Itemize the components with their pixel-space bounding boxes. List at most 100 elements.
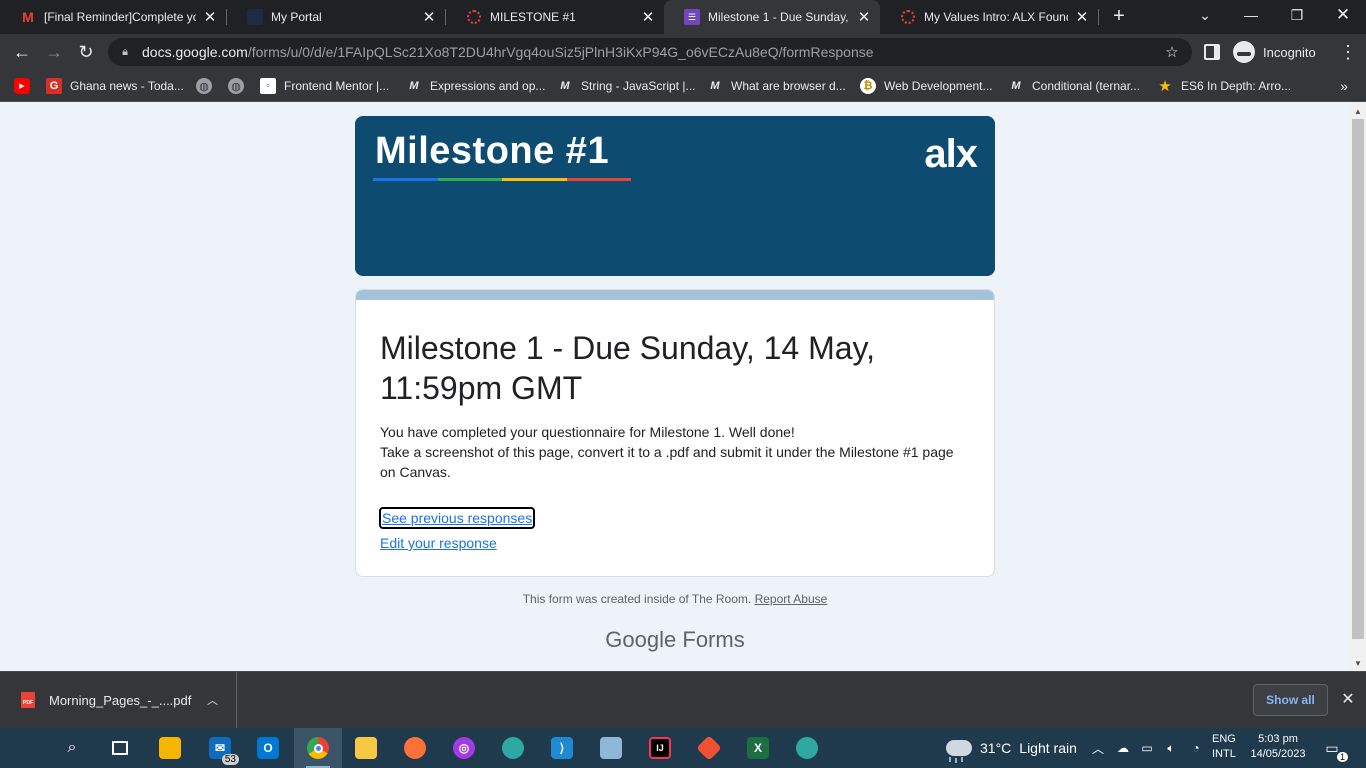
taskbar-chrome[interactable]: [294, 728, 342, 768]
close-icon[interactable]: ✕: [1337, 688, 1359, 710]
scrollbar-thumb[interactable]: [1352, 119, 1364, 639]
taskbar-outlook[interactable]: O: [244, 728, 292, 768]
bookmark-globe-1[interactable]: ◍: [196, 70, 220, 102]
incognito-indicator[interactable]: Incognito: [1233, 38, 1316, 66]
bookmark-browser-dev[interactable]: M What are browser d...: [707, 70, 845, 102]
side-panel-icon[interactable]: [1204, 44, 1220, 60]
lock-icon: 🔒︎: [122, 45, 128, 58]
confirmation-message: You have completed your questionnaire fo…: [380, 422, 960, 482]
taskbar-incognito-chrome[interactable]: ◎: [440, 728, 488, 768]
edit-response-link[interactable]: Edit your response: [380, 534, 497, 552]
tab-milestone[interactable]: MILESTONE #1 ✕: [446, 0, 664, 34]
edge-icon: [796, 737, 818, 759]
back-icon[interactable]: ←: [8, 38, 36, 66]
bookmark-expressions[interactable]: M Expressions and op...: [406, 70, 545, 102]
taskbar-edge-2[interactable]: [783, 728, 831, 768]
page-scrollbar[interactable]: ▲ ▼: [1350, 103, 1366, 671]
google-forms-logo[interactable]: Google Forms: [355, 627, 995, 653]
tab-separator: [1098, 9, 1099, 25]
globe-icon: ◍: [228, 78, 244, 94]
taskbar-vscode[interactable]: ⟩: [538, 728, 586, 768]
see-previous-responses-link[interactable]: See previous responses: [379, 507, 536, 529]
close-icon[interactable]: ✕: [856, 9, 872, 26]
chevron-up-icon[interactable]: ︿: [1088, 728, 1108, 768]
taskbar-edge[interactable]: [489, 728, 537, 768]
chevron-up-icon[interactable]: ︿: [207, 692, 218, 708]
window-close-icon[interactable]: ✕: [1320, 0, 1366, 30]
web-dev-icon: ₿: [860, 78, 876, 94]
bookmarks-bar: ▶ G Ghana news - Toda... ◍ ◍ ◦ Frontend …: [0, 70, 1366, 102]
lang-code: ENG: [1212, 733, 1236, 745]
google-forms-icon: ☰: [684, 9, 700, 25]
task-view-button[interactable]: [96, 728, 144, 768]
tab-search-icon[interactable]: ⌄: [1182, 0, 1228, 30]
card-accent-bar: [356, 290, 994, 300]
taskbar-excel[interactable]: X: [734, 728, 782, 768]
star-icon: ★: [1158, 78, 1172, 95]
bookmark-string[interactable]: M String - JavaScript |...: [557, 70, 695, 102]
download-filename: Morning_Pages_-_....pdf: [49, 692, 192, 708]
bookmark-ghana-news[interactable]: G Ghana news - Toda...: [46, 70, 184, 102]
close-icon[interactable]: ✕: [1074, 9, 1090, 26]
more-bookmarks-icon[interactable]: »: [1334, 74, 1354, 98]
confirmation-card: Milestone 1 - Due Sunday, 14 May, 11:59p…: [355, 289, 995, 577]
taskbar-file-explorer[interactable]: [342, 728, 390, 768]
taskbar-store[interactable]: [146, 728, 194, 768]
onedrive-icon[interactable]: ☁: [1112, 728, 1134, 768]
firefox-icon: [404, 737, 426, 759]
close-icon[interactable]: ✕: [421, 9, 437, 26]
address-bar[interactable]: 🔒︎ docs.google.com/forms/u/0/d/e/1FAIpQL…: [108, 38, 1192, 66]
bookmark-globe-2[interactable]: ◍: [228, 70, 252, 102]
report-abuse-link[interactable]: Report Abuse: [755, 592, 828, 606]
weather-widget[interactable]: 31°C Light rain: [946, 728, 1077, 768]
page-viewport: Milestone #1 alx Milestone 1 - Due Sunda…: [0, 103, 1350, 671]
close-icon[interactable]: ✕: [640, 9, 656, 26]
bookmark-frontend-mentor[interactable]: ◦ Frontend Mentor |...: [260, 70, 389, 102]
tab-my-values[interactable]: My Values Intro: ALX Founda ✕: [880, 0, 1098, 34]
tab-gmail[interactable]: M [Final Reminder]Complete yo ✕: [0, 0, 226, 34]
tab-label: Milestone 1 - Due Sunday, 14: [708, 10, 850, 24]
new-tab-button[interactable]: +: [1108, 5, 1130, 27]
download-item[interactable]: PDF Morning_Pages_-_....pdf ︿: [0, 672, 237, 728]
gmail-icon: M: [22, 9, 34, 25]
battery-icon[interactable]: ▭: [1136, 728, 1158, 768]
bookmark-conditional[interactable]: M Conditional (ternar...: [1008, 70, 1140, 102]
wifi-icon[interactable]: ◔: [1185, 728, 1207, 768]
bookmark-label: Conditional (ternar...: [1032, 79, 1141, 93]
notification-icon[interactable]: ▭ 1: [1320, 736, 1348, 762]
forward-icon[interactable]: →: [40, 38, 68, 66]
bookmark-label: Frontend Mentor |...: [284, 79, 390, 93]
scroll-down-icon[interactable]: ▼: [1350, 655, 1366, 671]
language-indicator[interactable]: ENG INTL: [1212, 732, 1236, 762]
tab-label: MILESTONE #1: [490, 10, 576, 24]
taskbar-notepad[interactable]: [587, 728, 635, 768]
scroll-up-icon[interactable]: ▲: [1350, 103, 1366, 119]
reload-icon[interactable]: ↻: [72, 38, 100, 66]
tab-my-portal[interactable]: My Portal ✕: [227, 0, 445, 34]
taskbar-mail[interactable]: ✉ 53: [196, 728, 244, 768]
loading-icon: [466, 9, 482, 25]
bookmark-star-icon[interactable]: ☆: [1162, 43, 1182, 61]
menu-icon[interactable]: ⋮: [1334, 38, 1362, 66]
search-icon: ⌕: [67, 739, 77, 756]
search-button[interactable]: ⌕: [48, 728, 96, 768]
start-button[interactable]: [0, 728, 48, 768]
bookmark-es6[interactable]: ★ ES6 In Depth: Arro...: [1157, 70, 1291, 102]
show-all-button[interactable]: Show all: [1253, 684, 1328, 716]
restore-icon[interactable]: ❐: [1274, 0, 1320, 30]
volume-icon[interactable]: 🔈︎: [1160, 728, 1182, 768]
taskbar-git[interactable]: [685, 728, 733, 768]
taskbar-firefox[interactable]: [391, 728, 439, 768]
portal-icon: [247, 9, 263, 25]
bookmark-web-development[interactable]: ₿ Web Development...: [860, 70, 993, 102]
tab-google-form[interactable]: ☰ Milestone 1 - Due Sunday, 14 ✕: [664, 0, 880, 34]
close-icon[interactable]: ✕: [202, 9, 218, 26]
edge-icon: [502, 737, 524, 759]
store-icon: [159, 737, 181, 759]
minimize-icon[interactable]: —: [1228, 0, 1274, 30]
taskbar-intellij[interactable]: IJ: [636, 728, 684, 768]
notification-count: 1: [1336, 752, 1348, 762]
clock-date: 14/05/2023: [1250, 748, 1306, 760]
bookmark-youtube[interactable]: ▶: [14, 70, 38, 102]
system-clock[interactable]: 5:03 pm 14/05/2023: [1248, 732, 1308, 762]
